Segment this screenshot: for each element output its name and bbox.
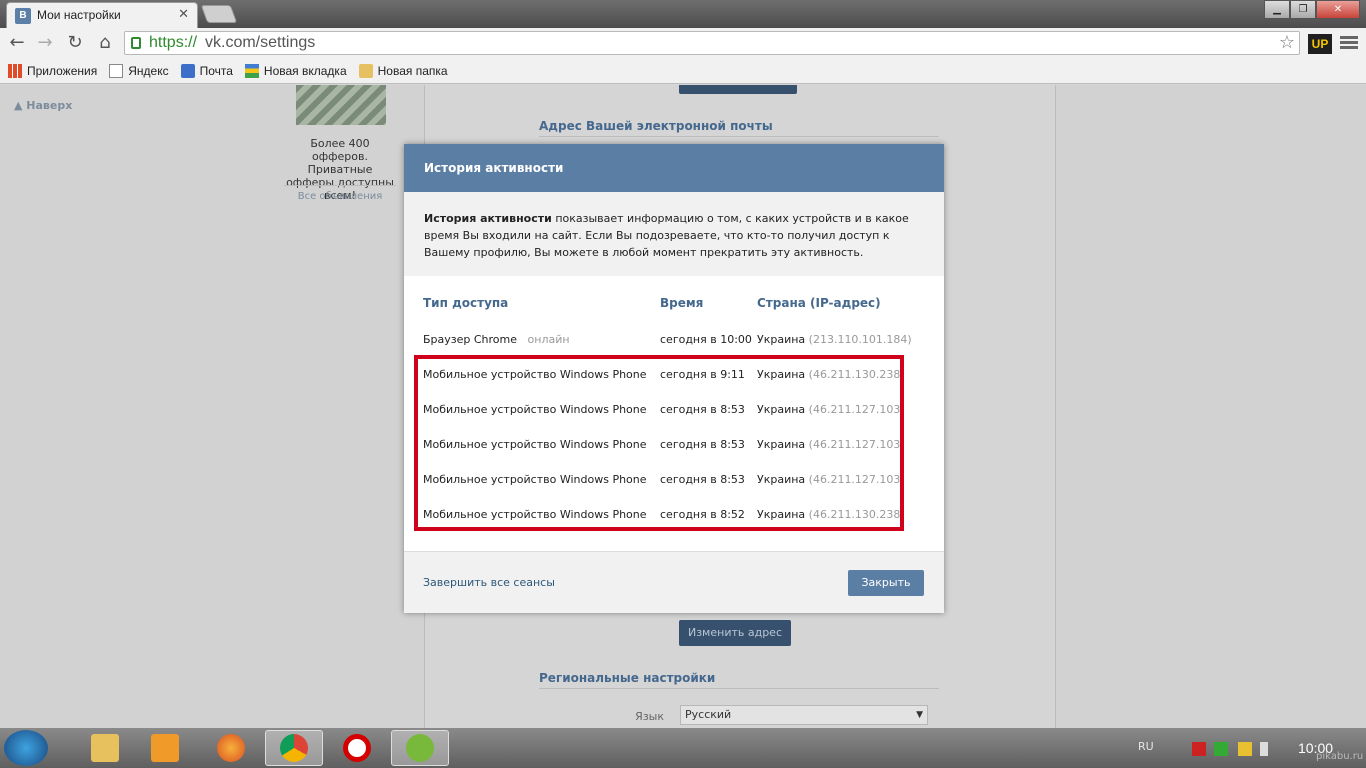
- tab-close-icon[interactable]: ✕: [178, 7, 189, 22]
- tray-alert-icon[interactable]: [1192, 742, 1206, 756]
- column-header-country: Страна (IP-адрес): [757, 296, 881, 310]
- bookmark-new-tab[interactable]: Новая вкладка: [244, 63, 347, 78]
- tab-title: Мои настройки: [37, 8, 121, 22]
- language-select[interactable]: Русский ▼: [680, 705, 928, 725]
- new-tab-icon: [244, 63, 259, 78]
- email-divider: [539, 136, 939, 137]
- opera-icon[interactable]: [328, 730, 386, 766]
- back-to-top-link[interactable]: ▲ Наверх: [14, 99, 72, 112]
- column-header-time: Время: [660, 296, 704, 310]
- language-indicator[interactable]: RU: [1138, 740, 1154, 753]
- bookmarks-bar: Приложения Яндекс Почта Новая вкладка Но…: [0, 58, 1366, 84]
- end-all-sessions-link[interactable]: Завершить все сеансы: [423, 576, 555, 589]
- lock-icon: [131, 37, 141, 49]
- back-arrow-icon[interactable]: ←: [6, 32, 28, 54]
- chrome-icon[interactable]: [265, 730, 323, 766]
- regional-divider: [539, 688, 939, 689]
- change-address-button[interactable]: Изменить адрес: [679, 620, 791, 646]
- extension-up-icon[interactable]: UP: [1308, 34, 1332, 54]
- windows-taskbar: RU 10:00: [0, 728, 1366, 768]
- tray-network-icon[interactable]: [1238, 742, 1252, 756]
- reload-icon[interactable]: ↻: [64, 32, 86, 54]
- all-ads-link[interactable]: Все объявления: [284, 191, 396, 202]
- tab-settings[interactable]: В Мои настройки ✕: [6, 2, 198, 28]
- settings-button-top[interactable]: [679, 85, 797, 94]
- language-label: Язык: [635, 710, 664, 723]
- dialog-title: История активности: [404, 144, 944, 192]
- maximize-icon[interactable]: ❐: [1290, 0, 1316, 19]
- tray-battery-icon[interactable]: [1214, 742, 1228, 756]
- close-window-icon[interactable]: ✕: [1316, 0, 1360, 19]
- bookmark-apps[interactable]: Приложения: [8, 63, 97, 78]
- email-heading: Адрес Вашей электронной почты: [539, 119, 773, 133]
- home-icon[interactable]: ⌂: [94, 32, 116, 54]
- utorrent-icon[interactable]: [391, 730, 449, 766]
- ad-divider: [284, 185, 396, 186]
- forward-arrow-icon[interactable]: →: [34, 32, 56, 54]
- page-icon: [109, 63, 124, 78]
- firefox-icon[interactable]: [202, 730, 260, 766]
- minimize-icon[interactable]: ▁: [1264, 0, 1290, 19]
- bookmark-mail[interactable]: Почта: [180, 63, 233, 78]
- explorer-icon[interactable]: [76, 730, 134, 766]
- browser-toolbar: ← → ↻ ⌂ https:// vk.com/settings ☆: [0, 28, 1366, 58]
- watermark: pikabu.ru: [1316, 751, 1364, 762]
- online-status: онлайн: [527, 333, 570, 346]
- apps-grid-icon: [8, 63, 22, 78]
- browser-titlebar: В Мои настройки ✕ ▁ ❐ ✕: [0, 0, 1366, 28]
- address-bar[interactable]: https:// vk.com/settings ☆: [124, 31, 1300, 55]
- mail-icon: [180, 63, 195, 78]
- tray-volume-icon[interactable]: [1260, 742, 1268, 756]
- new-tab-button[interactable]: [200, 5, 238, 23]
- window-controls: ▁ ❐ ✕: [1264, 0, 1360, 20]
- regional-heading: Региональные настройки: [539, 671, 716, 685]
- media-player-icon[interactable]: [136, 730, 194, 766]
- ad-image[interactable]: [296, 85, 386, 125]
- bookmark-star-icon[interactable]: ☆: [1279, 32, 1295, 53]
- chrome-menu-icon[interactable]: [1340, 34, 1358, 52]
- bookmark-yandex[interactable]: Яндекс: [109, 63, 169, 78]
- url-path: vk.com/settings: [205, 34, 316, 51]
- column-header-type: Тип доступа: [423, 296, 509, 310]
- folder-icon: [358, 63, 373, 78]
- start-button[interactable]: [4, 730, 48, 766]
- dialog-footer: Завершить все сеансы Закрыть: [404, 551, 944, 613]
- red-highlight-box: [414, 355, 904, 531]
- dropdown-arrow-icon: ▼: [916, 710, 923, 720]
- vk-favicon-icon: В: [15, 8, 31, 24]
- bookmark-new-folder[interactable]: Новая папка: [358, 63, 448, 78]
- close-button[interactable]: Закрыть: [848, 570, 924, 596]
- url-scheme: https://: [149, 34, 198, 51]
- dialog-description: История активности показывает информацию…: [404, 192, 944, 276]
